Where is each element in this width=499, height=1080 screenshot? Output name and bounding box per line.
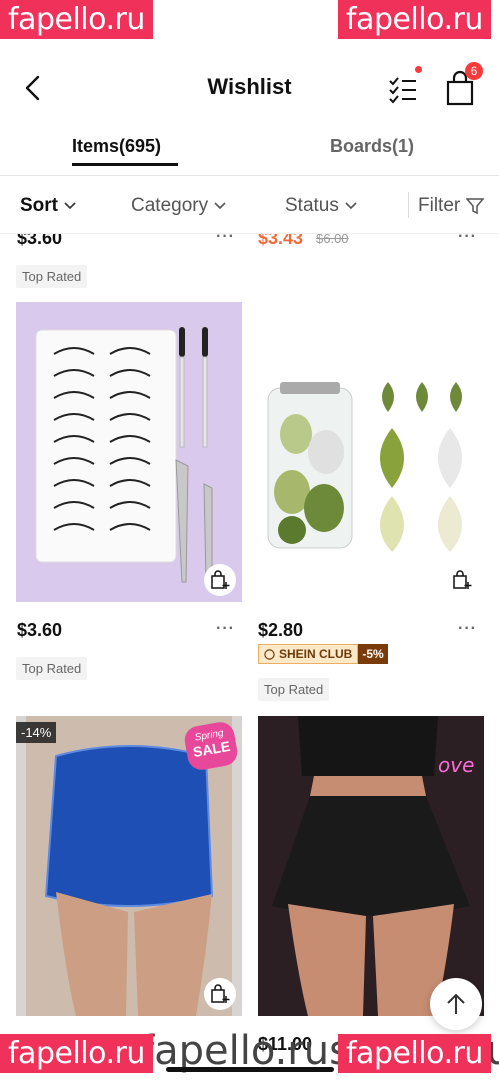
add-to-bag-icon	[453, 570, 472, 589]
sort-dropdown[interactable]: Sort	[20, 195, 76, 217]
chevron-down-icon	[345, 202, 357, 210]
checklist-icon	[389, 77, 416, 104]
watermark-top-left: fapello.ru	[0, 0, 153, 39]
funnel-icon	[466, 198, 485, 215]
category-dropdown[interactable]: Category	[131, 195, 226, 217]
product-image-lashes[interactable]	[16, 302, 242, 602]
category-label: Category	[131, 195, 209, 216]
top-rated-tag: Top Rated	[16, 265, 88, 288]
filter-divider	[408, 192, 409, 218]
product-price: $3.60	[17, 620, 63, 640]
more-options-button[interactable]: ···	[216, 620, 235, 638]
more-options-button[interactable]: ···	[216, 234, 235, 246]
club-discount: -5%	[358, 644, 388, 664]
add-to-cart-button[interactable]	[446, 564, 478, 596]
top-rated-tag: Top Rated	[258, 678, 330, 701]
status-dropdown[interactable]: Status	[285, 195, 357, 217]
club-label: SHEIN CLUB	[258, 644, 359, 664]
black-skirt-image: ove	[258, 716, 484, 1016]
product-price: $3.60	[17, 234, 63, 248]
watermark-top-right: fapello.ru	[338, 0, 491, 39]
chevron-down-icon	[214, 202, 226, 210]
arrow-up-icon	[447, 993, 465, 1014]
cart-count-badge: 6	[465, 62, 483, 80]
scroll-to-top-button[interactable]	[430, 978, 482, 1030]
filter-button[interactable]: Filter	[418, 195, 485, 217]
manage-list-button[interactable]	[386, 72, 420, 106]
watermark-bottom-left: fapello.ru	[0, 1034, 153, 1073]
add-to-cart-button[interactable]	[204, 564, 236, 596]
filter-bar: Sort Category Status Filter	[0, 176, 499, 234]
add-to-bag-icon	[211, 570, 230, 589]
active-tab-indicator	[72, 163, 178, 166]
filter-label: Filter	[418, 195, 461, 216]
shein-club-badge: SHEIN CLUB -5%	[258, 644, 388, 664]
club-label-text: SHEIN CLUB	[279, 647, 353, 661]
watermark-bottom-right: fapello.ru	[338, 1034, 491, 1073]
product-original-price: $6.00	[316, 234, 349, 246]
chevron-down-icon	[64, 202, 76, 210]
home-indicator	[166, 1067, 334, 1072]
product-image-sponges[interactable]	[258, 302, 484, 602]
tab-boards[interactable]: Boards(1)	[330, 136, 414, 157]
sort-label: Sort	[20, 195, 58, 216]
product-sale-price: $3.43	[258, 234, 304, 248]
discount-badge: -14%	[16, 722, 57, 743]
lashes-image	[35, 327, 213, 583]
sponges-image	[267, 382, 462, 552]
page-title: Wishlist	[207, 74, 292, 99]
wishlist-tabs: Items(695) Boards(1)	[0, 126, 499, 176]
header: Wishlist 6	[0, 50, 499, 126]
more-options-button[interactable]: ···	[458, 620, 477, 638]
top-rated-tag: Top Rated	[16, 657, 88, 680]
club-s-icon	[264, 648, 275, 660]
product-image-black-skirt[interactable]: ove	[258, 716, 484, 1016]
tab-items[interactable]: Items(695)	[72, 136, 161, 157]
svg-text:ove: ove	[438, 753, 474, 777]
add-to-cart-button[interactable]	[204, 978, 236, 1010]
status-label: Status	[285, 195, 339, 216]
add-to-bag-icon	[211, 984, 230, 1003]
notification-dot	[415, 66, 422, 73]
product-price: $2.80	[258, 620, 304, 640]
product-grid: $3.60 ··· Top Rated $3.43 $6.00 ··· $3.6…	[0, 234, 499, 1080]
more-options-button[interactable]: ···	[458, 234, 477, 246]
